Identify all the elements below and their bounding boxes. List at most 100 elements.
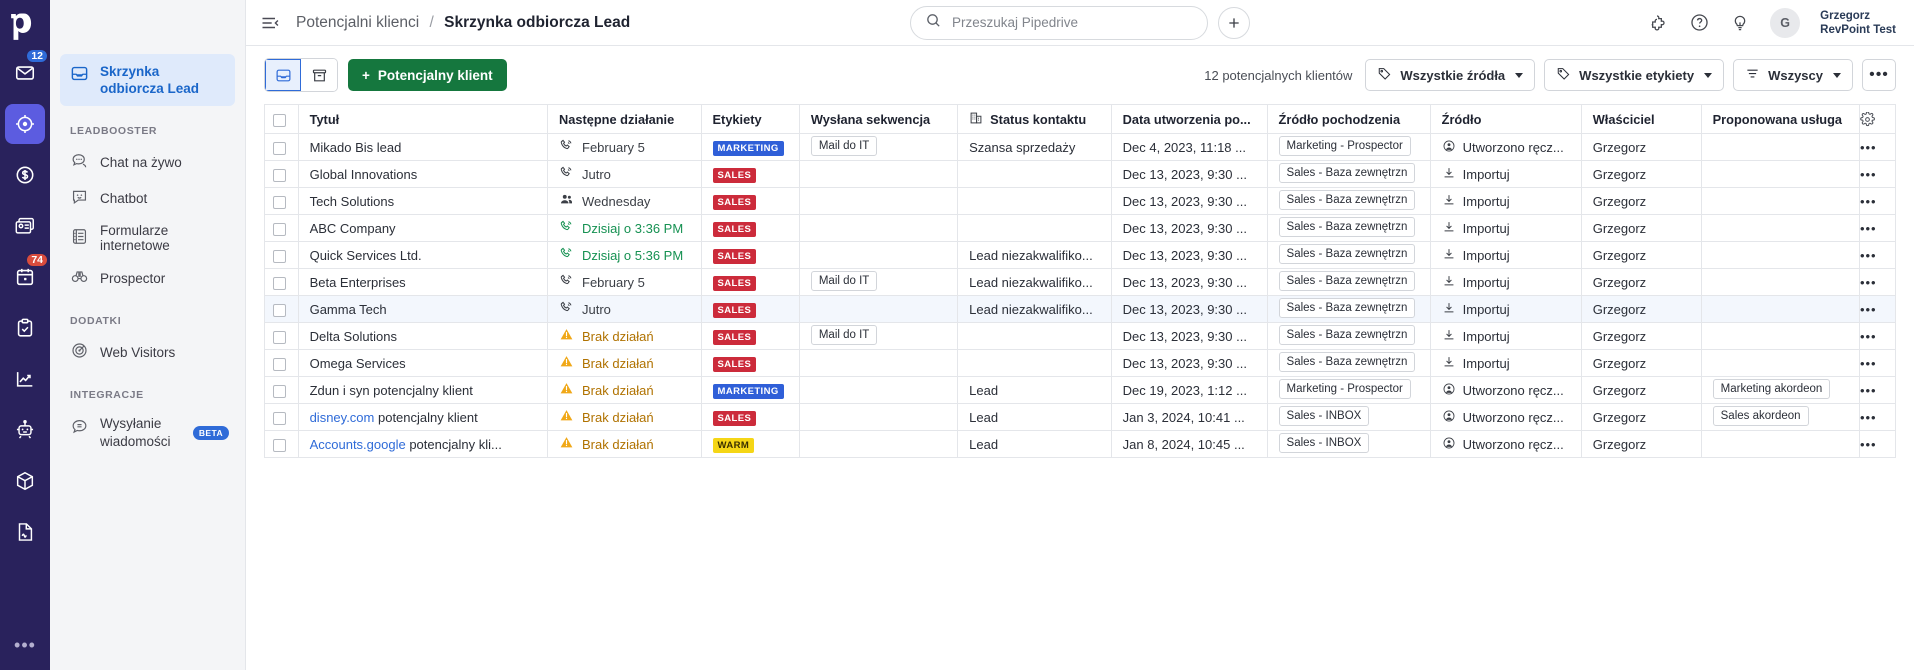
column-header-source[interactable]: Źródło bbox=[1430, 104, 1582, 134]
origin-chip[interactable]: Sales - Baza zewnętrzn bbox=[1278, 243, 1416, 264]
cell-created[interactable]: Dec 13, 2023, 9:30 ... bbox=[1111, 241, 1268, 269]
origin-chip[interactable]: Sales - INBOX bbox=[1278, 432, 1370, 453]
cell-origin[interactable]: Marketing - Prospector bbox=[1267, 376, 1431, 404]
row-menu-button[interactable]: ••• bbox=[1859, 268, 1897, 296]
cell-origin[interactable]: Sales - Baza zewnętrzn bbox=[1267, 187, 1431, 215]
cell-source[interactable]: Utworzono ręcz... bbox=[1430, 403, 1582, 431]
cell-created[interactable]: Dec 13, 2023, 9:30 ... bbox=[1111, 268, 1268, 296]
cell-title[interactable]: Quick Services Ltd. bbox=[298, 241, 549, 269]
cell-service[interactable]: Sales akordeon bbox=[1701, 403, 1860, 431]
row-checkbox[interactable] bbox=[273, 168, 286, 182]
cell-labels[interactable]: WARM bbox=[701, 430, 800, 458]
cell-labels[interactable]: SALES bbox=[701, 403, 800, 431]
cell-sequence[interactable] bbox=[799, 430, 959, 458]
cell-contact-status[interactable]: Szansa sprzedaży bbox=[957, 133, 1112, 161]
row-menu-button[interactable]: ••• bbox=[1859, 322, 1897, 350]
filter-owner-button[interactable]: Wszyscy bbox=[1733, 59, 1853, 91]
cell-contact-status[interactable]: Lead niezakwalifiko... bbox=[957, 268, 1112, 296]
rail-item-deals[interactable] bbox=[5, 155, 45, 195]
column-header-sequence[interactable]: Wysłana sekwencja bbox=[799, 104, 959, 134]
column-header-title[interactable]: Tytuł bbox=[298, 104, 549, 134]
rail-item-leads[interactable] bbox=[5, 104, 45, 144]
rail-item-automations[interactable] bbox=[5, 410, 45, 450]
row-menu-button[interactable]: ••• bbox=[1859, 376, 1897, 404]
cell-source[interactable]: Importuj bbox=[1430, 187, 1582, 215]
row-menu-button[interactable]: ••• bbox=[1859, 187, 1897, 215]
origin-chip[interactable]: Sales - Baza zewnętrzn bbox=[1278, 297, 1416, 318]
cell-created[interactable]: Dec 13, 2023, 9:30 ... bbox=[1111, 295, 1268, 323]
cell-contact-status[interactable]: Lead niezakwalifiko... bbox=[957, 241, 1112, 269]
origin-chip[interactable]: Sales - INBOX bbox=[1278, 405, 1370, 426]
cell-next-action[interactable]: February 5 bbox=[547, 133, 702, 161]
cell-next-action[interactable]: Jutro bbox=[547, 160, 702, 188]
cell-sequence[interactable]: Mail do IT bbox=[799, 322, 959, 350]
cell-source[interactable]: Importuj bbox=[1430, 349, 1582, 377]
cell-sequence[interactable] bbox=[799, 403, 959, 431]
cell-sequence[interactable] bbox=[799, 376, 959, 404]
cell-sequence[interactable] bbox=[799, 295, 959, 323]
lightbulb-icon[interactable] bbox=[1730, 13, 1750, 33]
cell-service[interactable] bbox=[1701, 349, 1860, 377]
cell-owner[interactable]: Grzegorz bbox=[1581, 349, 1702, 377]
cell-origin[interactable]: Sales - Baza zewnętrzn bbox=[1267, 322, 1431, 350]
origin-chip[interactable]: Sales - Baza zewnętrzn bbox=[1278, 351, 1416, 372]
row-checkbox[interactable] bbox=[273, 330, 286, 344]
cell-sequence[interactable]: Mail do IT bbox=[799, 133, 959, 161]
cell-service[interactable] bbox=[1701, 133, 1860, 161]
toolbar-more-button[interactable]: ••• bbox=[1862, 59, 1896, 91]
cell-contact-status[interactable] bbox=[957, 214, 1112, 242]
label-tag[interactable]: SALES bbox=[712, 411, 757, 426]
table-row[interactable]: Gamma Tech Jutro SALES Lead niezakwalifiko.… bbox=[264, 295, 1897, 323]
table-row[interactable]: ABC Company Dzisiaj o 3:36 PM SALES Dec 13,… bbox=[264, 214, 1897, 242]
cell-origin[interactable]: Sales - Baza zewnętrzn bbox=[1267, 295, 1431, 323]
rail-item-contacts[interactable] bbox=[5, 206, 45, 246]
cell-contact-status[interactable]: Lead bbox=[957, 403, 1112, 431]
cell-created[interactable]: Dec 13, 2023, 9:30 ... bbox=[1111, 160, 1268, 188]
label-tag[interactable]: SALES bbox=[712, 249, 757, 264]
label-tag[interactable]: SALES bbox=[712, 168, 757, 183]
column-header-next-action[interactable]: Następne działanie bbox=[547, 104, 702, 134]
cell-owner[interactable]: Grzegorz bbox=[1581, 295, 1702, 323]
service-chip[interactable]: Sales akordeon bbox=[1712, 405, 1809, 426]
rail-item-documents[interactable] bbox=[5, 512, 45, 552]
cell-labels[interactable]: SALES bbox=[701, 322, 800, 350]
cell-contact-status[interactable] bbox=[957, 160, 1112, 188]
gear-icon[interactable] bbox=[1860, 112, 1875, 127]
cell-source[interactable]: Importuj bbox=[1430, 241, 1582, 269]
cell-labels[interactable]: MARKETING bbox=[701, 133, 800, 161]
cell-title[interactable]: Gamma Tech bbox=[298, 295, 549, 323]
cell-contact-status[interactable]: Lead bbox=[957, 430, 1112, 458]
cell-service[interactable] bbox=[1701, 295, 1860, 323]
cell-service[interactable] bbox=[1701, 160, 1860, 188]
cell-labels[interactable]: SALES bbox=[701, 187, 800, 215]
cell-next-action[interactable]: February 5 bbox=[547, 268, 702, 296]
cell-title[interactable]: Zdun i syn potencjalny klient bbox=[298, 376, 549, 404]
filter-sources-button[interactable]: Wszystkie źródła bbox=[1365, 59, 1536, 91]
cell-origin[interactable]: Sales - INBOX bbox=[1267, 430, 1431, 458]
cell-next-action[interactable]: Dzisiaj o 3:36 PM bbox=[547, 214, 702, 242]
cell-service[interactable] bbox=[1701, 322, 1860, 350]
row-checkbox[interactable] bbox=[273, 276, 286, 290]
row-menu-button[interactable]: ••• bbox=[1859, 160, 1897, 188]
table-row[interactable]: disney.com potencjalny klient Brak działa… bbox=[264, 403, 1897, 431]
sidebar-item-chatbot[interactable]: Chatbot bbox=[60, 180, 235, 216]
cell-origin[interactable]: Sales - Baza zewnętrzn bbox=[1267, 160, 1431, 188]
cell-next-action[interactable]: Brak działań bbox=[547, 430, 702, 458]
label-tag[interactable]: WARM bbox=[712, 438, 755, 453]
origin-chip[interactable]: Sales - Baza zewnętrzn bbox=[1278, 162, 1416, 183]
rail-item-projects[interactable] bbox=[5, 308, 45, 348]
sidebar-item-web-visitors[interactable]: Web Visitors bbox=[60, 334, 235, 370]
row-menu-button[interactable]: ••• bbox=[1859, 430, 1897, 458]
cell-title[interactable]: Beta Enterprises bbox=[298, 268, 549, 296]
help-circle-icon[interactable] bbox=[1689, 12, 1710, 33]
cell-created[interactable]: Dec 13, 2023, 9:30 ... bbox=[1111, 187, 1268, 215]
cell-owner[interactable]: Grzegorz bbox=[1581, 133, 1702, 161]
cell-created[interactable]: Dec 13, 2023, 9:30 ... bbox=[1111, 349, 1268, 377]
cell-source[interactable]: Importuj bbox=[1430, 268, 1582, 296]
cell-next-action[interactable]: Jutro bbox=[547, 295, 702, 323]
table-row[interactable]: Mikado Bis lead February 5 MARKETING Mail d… bbox=[264, 133, 1897, 161]
cell-owner[interactable]: Grzegorz bbox=[1581, 214, 1702, 242]
cell-source[interactable]: Utworzono ręcz... bbox=[1430, 376, 1582, 404]
column-header-labels[interactable]: Etykiety bbox=[701, 104, 800, 134]
sequence-chip[interactable]: Mail do IT bbox=[810, 135, 878, 156]
